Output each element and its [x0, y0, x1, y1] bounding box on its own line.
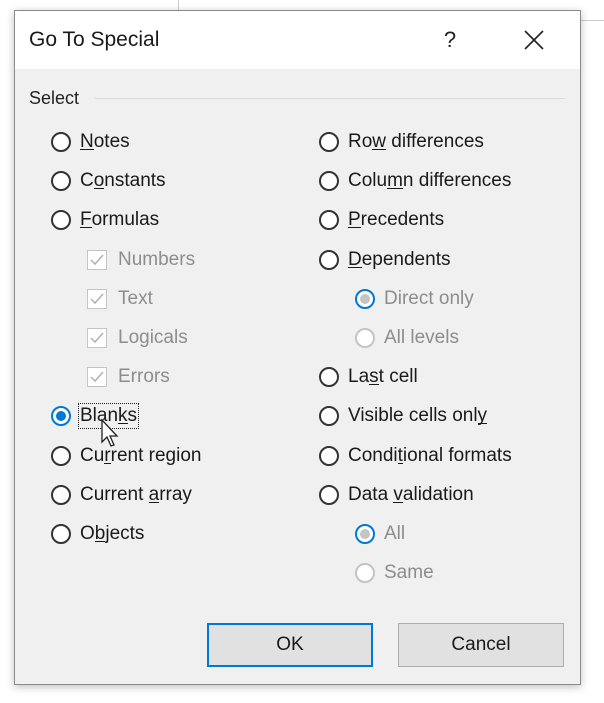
- option-label: Row differences: [348, 131, 484, 152]
- accelerator-underline: [387, 188, 403, 190]
- radio-empty-icon: [355, 563, 375, 584]
- option-label: Precedents: [348, 209, 445, 231]
- sheet-gridline: [178, 0, 179, 10]
- radio-formulas[interactable]: Formulas: [51, 206, 159, 234]
- radio-empty-icon[interactable]: [319, 171, 339, 192]
- accelerator-underline: [372, 149, 387, 150]
- radio-empty-icon[interactable]: [319, 249, 339, 270]
- accelerator-underline: [148, 501, 160, 503]
- accelerator-underline: [369, 384, 379, 386]
- radio-dependents[interactable]: Dependents: [319, 246, 450, 274]
- option-label: Objects: [80, 523, 145, 544]
- option-label: Data validation: [348, 483, 474, 505]
- option-label: Same: [384, 562, 434, 584]
- radio-column-differences[interactable]: Column differences: [319, 167, 511, 195]
- radio-empty-icon[interactable]: [319, 445, 339, 466]
- option-label: All: [384, 523, 406, 544]
- accelerator-underline: [397, 462, 403, 464]
- option-label: Column differences: [348, 170, 512, 192]
- radio-empty-icon[interactable]: [51, 132, 71, 152]
- option-label: Constants: [80, 170, 166, 192]
- option-label: Dependents: [348, 248, 451, 270]
- option-label: Formulas: [80, 209, 160, 231]
- option-label: Logicals: [118, 327, 188, 348]
- go-to-special-dialog: Go To Special ? Select Notes Constants For…: [14, 10, 581, 685]
- radio-current-region[interactable]: Current region: [51, 442, 201, 470]
- dialog-title: Go To Special: [29, 28, 160, 51]
- option-label: Direct only: [384, 287, 474, 309]
- radio-empty-icon[interactable]: [319, 367, 339, 388]
- option-label: Text: [118, 287, 153, 309]
- radio-current-array[interactable]: Current array: [51, 481, 192, 509]
- radio-empty-icon[interactable]: [319, 484, 339, 505]
- close-icon: [524, 30, 544, 50]
- radio-empty-icon[interactable]: [319, 210, 339, 231]
- title-bar: Go To Special ?: [15, 11, 580, 69]
- accelerator-underline: [94, 541, 106, 542]
- radio-selected-icon: [355, 288, 375, 309]
- cancel-button[interactable]: Cancel: [398, 623, 564, 667]
- accelerator-underline: [393, 501, 403, 503]
- radio-conditional-formats[interactable]: Conditional formats: [319, 442, 512, 470]
- radio-empty-icon[interactable]: [51, 171, 71, 192]
- checkbox-numbers: Numbers: [87, 246, 195, 274]
- radio-all-levels: All levels: [355, 324, 459, 352]
- accelerator-underline: [104, 462, 111, 464]
- checkbox-text: Text: [87, 285, 153, 313]
- radio-direct-only: Direct only: [355, 285, 474, 313]
- option-label: Conditional formats: [348, 444, 512, 466]
- mouse-cursor-icon: [101, 418, 119, 447]
- option-label: Current region: [80, 444, 202, 466]
- radio-blanks[interactable]: Blanks: [51, 402, 140, 430]
- accelerator-underline: [348, 266, 362, 268]
- accelerator-underline: [348, 227, 361, 229]
- radio-same: Same: [355, 559, 434, 587]
- option-label: Errors: [118, 366, 170, 388]
- checkbox-logicals: Logicals: [87, 324, 188, 352]
- group-divider: [95, 98, 565, 99]
- radio-precedents[interactable]: Precedents: [319, 206, 444, 234]
- radio-objects[interactable]: Objects: [51, 520, 144, 548]
- option-label: Last cell: [348, 366, 418, 388]
- accelerator-underline: [80, 149, 94, 150]
- radio-row-differences[interactable]: Row differences: [319, 128, 484, 156]
- option-label: Visible cells only: [348, 405, 488, 427]
- radio-visible-cells-only[interactable]: Visible cells only: [319, 402, 488, 430]
- ok-button[interactable]: OK: [207, 623, 373, 667]
- radio-last-cell[interactable]: Last cell: [319, 363, 418, 391]
- checkbox-check-icon: [87, 367, 107, 388]
- help-button[interactable]: ?: [435, 23, 465, 57]
- select-group-label: Select: [29, 88, 80, 108]
- close-button[interactable]: [515, 23, 553, 57]
- radio-notes[interactable]: Notes: [51, 128, 130, 156]
- radio-constants[interactable]: Constants: [51, 167, 166, 195]
- option-label: Current array: [80, 483, 192, 505]
- accelerator-underline: [80, 227, 92, 229]
- radio-selected-icon[interactable]: [51, 406, 71, 427]
- radio-empty-icon[interactable]: [51, 524, 71, 544]
- radio-empty-icon[interactable]: [319, 132, 339, 152]
- option-label: All levels: [384, 327, 459, 348]
- radio-empty-icon[interactable]: [51, 484, 71, 505]
- radio-empty-icon[interactable]: [51, 445, 71, 466]
- radio-selected-icon: [355, 524, 375, 544]
- radio-empty-icon: [355, 328, 375, 348]
- radio-empty-icon[interactable]: [319, 406, 339, 427]
- checkbox-check-icon: [87, 249, 107, 270]
- checkbox-check-icon: [87, 328, 107, 348]
- option-label: Numbers: [118, 248, 196, 270]
- checkbox-errors: Errors: [87, 363, 170, 391]
- sheet-gridline: [580, 20, 604, 21]
- option-label: Notes: [80, 131, 130, 152]
- accelerator-underline: [477, 423, 488, 425]
- radio-empty-icon[interactable]: [51, 210, 71, 231]
- checkbox-check-icon: [87, 288, 107, 309]
- accelerator-underline: [93, 188, 105, 190]
- radio-data-validation[interactable]: Data validation: [319, 481, 474, 509]
- radio-all: All: [355, 520, 405, 548]
